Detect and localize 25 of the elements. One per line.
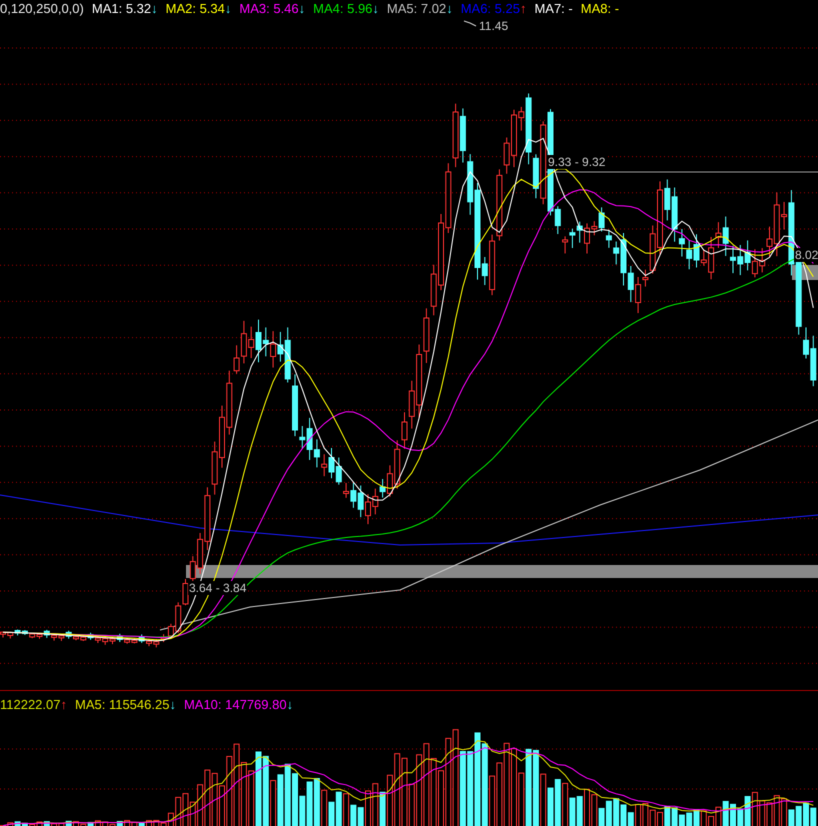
indicator-value: MA7: -	[534, 0, 573, 18]
indicator-value: MA4: 5.96	[313, 0, 372, 18]
price-label: 9.33 - 9.32	[547, 155, 606, 169]
trend-arrow: ↑	[60, 696, 67, 714]
indicator-value: 112222.07	[0, 696, 60, 714]
indicator-value: MA2: 5.34	[166, 0, 225, 18]
indicator-value: MA10: 147769.80	[184, 696, 287, 714]
indicator-value: MA1: 5.32	[92, 0, 152, 18]
indicator-value: MA6: 5.25	[460, 0, 520, 18]
trend-arrow: ↓	[286, 696, 294, 714]
trend-arrow: ↑	[520, 0, 526, 18]
indicator-value: MA3: 5.46	[239, 0, 299, 18]
price-label: 3.64 - 3.84	[188, 581, 248, 595]
trend-arrow: ↓	[446, 0, 453, 18]
trend-arrow: ↓	[224, 0, 232, 18]
price-label: 11.45	[478, 19, 510, 33]
trend-arrow: ↓	[151, 0, 158, 18]
indicator-value: MA5: 7.02	[386, 0, 446, 18]
indicator-parameters: 0,120,250,0,0)	[0, 0, 84, 18]
price-label: 8.02	[794, 248, 818, 262]
indicator-value: MA8: -	[580, 0, 620, 18]
trend-arrow: ↓	[169, 696, 176, 714]
indicator-value: MA5: 115546.25	[75, 696, 170, 714]
trend-arrow: ↓	[298, 0, 306, 18]
trend-arrow: ↓	[372, 0, 379, 18]
